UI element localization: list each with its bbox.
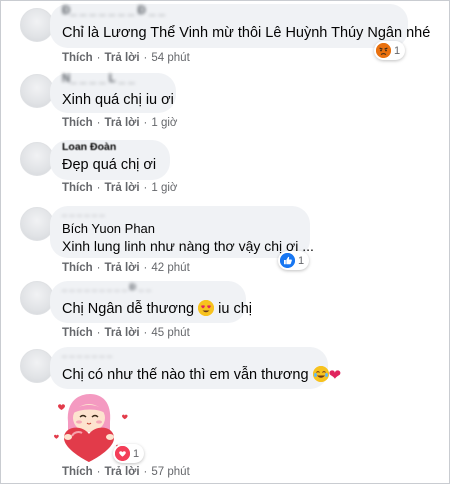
avatar[interactable] (20, 142, 54, 176)
reaction-count: 1 (298, 254, 305, 267)
commenter-name[interactable]: N_ _ _ _ L _ _ (62, 73, 135, 85)
reply-link[interactable]: Trả lời (105, 466, 140, 478)
comment-text: Xinh quá chị iu ơi (62, 92, 174, 108)
commenter-name[interactable]: _ _ _ _ _ _ _ (62, 348, 112, 358)
avatar[interactable] (20, 8, 54, 42)
reply-link[interactable]: Trả lời (105, 327, 140, 339)
love-icon (115, 446, 130, 461)
reaction-count: 1 (394, 44, 401, 57)
reply-link[interactable]: Trả lời (105, 182, 140, 194)
heart-eyes-emoji-icon (198, 300, 215, 316)
like-link[interactable]: Thích (62, 262, 93, 274)
avatar[interactable] (20, 74, 54, 108)
comment-bubble: N_ _ _ _ L _ _ Xinh quá chị iu ơi (50, 73, 176, 113)
timestamp[interactable]: 54 phút (151, 52, 189, 64)
commenter-name[interactable]: Đ_ _ _ _ _ _ _ Đ _ _ (62, 5, 165, 17)
comment-bubble: _ _ _ _ _ _ _ Chị có như thế nào thì em … (50, 347, 341, 389)
comment-bubble: Đ_ _ _ _ _ _ _ Đ _ _ Chỉ là Lương Thể Vi… (50, 4, 430, 48)
comment-text: Đẹp quá chị ơi (62, 157, 157, 173)
reaction-summary[interactable]: 1 (113, 444, 145, 463)
like-link[interactable]: Thích (62, 52, 93, 64)
timestamp[interactable]: 1 giờ (151, 117, 177, 129)
comment-text: Chị Ngân dễ thương iu chị (62, 300, 252, 317)
reply-link[interactable]: Trả lời (105, 52, 140, 64)
comment-bubble: _ _ _ _ _ _ _ _ _ Đ _ _ Chị Ngân dễ thươ… (50, 281, 252, 323)
commenter-name[interactable]: Loan Đoàn (62, 141, 116, 153)
tears-of-joy-emoji-icon (312, 366, 329, 382)
comment-text: Chị có như thế nào thì em vẫn thương ❤ (62, 366, 342, 384)
angry-icon (376, 43, 391, 58)
avatar[interactable] (20, 349, 54, 383)
commenter-name[interactable]: _ _ _ _ _ _ _ _ _ Đ _ _ (62, 282, 151, 292)
comment-actions: Thích · Trả lời · 1 giờ (62, 117, 178, 129)
reaction-count: 1 (133, 447, 140, 460)
comment-actions: Thích · Trả lời · 1 giờ (62, 182, 178, 194)
comment-actions: Thích · Trả lời · 42 phút (62, 262, 190, 274)
like-link[interactable]: Thích (62, 117, 93, 129)
like-link[interactable]: Thích (62, 182, 93, 194)
comment-bubble: Loan Đoàn Đẹp quá chị ơi (50, 140, 170, 180)
like-link[interactable]: Thích (62, 327, 93, 339)
timestamp[interactable]: 45 phút (151, 327, 189, 339)
like-link[interactable]: Thích (62, 466, 93, 478)
timestamp[interactable]: 42 phút (151, 262, 189, 274)
commenter-name[interactable]: Bích Yuon Phan (62, 221, 155, 236)
comment-text: Chỉ là Lương Thể Vinh mừ thôi Lê Huỳnh T… (62, 25, 431, 41)
timestamp[interactable]: 57 phút (151, 466, 189, 478)
reply-link[interactable]: Trả lời (105, 262, 140, 274)
comment-actions: Thích · Trả lời · 54 phút (62, 52, 190, 64)
comment-text: Xinh lung linh như nàng thơ vậy chị ơi .… (62, 238, 314, 254)
comment-actions: Thích · Trả lời · 57 phút (62, 466, 190, 478)
comment-actions: Thích · Trả lời · 45 phút (62, 327, 190, 339)
like-icon (280, 253, 295, 268)
reply-link[interactable]: Trả lời (105, 117, 140, 129)
red-heart-icon: ❤ (328, 367, 342, 384)
reaction-summary[interactable]: 1 (374, 41, 406, 60)
reaction-summary[interactable]: 1 (278, 251, 310, 270)
avatar[interactable] (20, 281, 54, 315)
timestamp[interactable]: 1 giờ (151, 182, 177, 194)
comment-bubble: _ _ _ _ _ _ Bích Yuon Phan Xinh lung lin… (50, 206, 314, 258)
avatar[interactable] (20, 207, 54, 241)
commenter-name-blurred: _ _ _ _ _ _ (62, 207, 105, 217)
